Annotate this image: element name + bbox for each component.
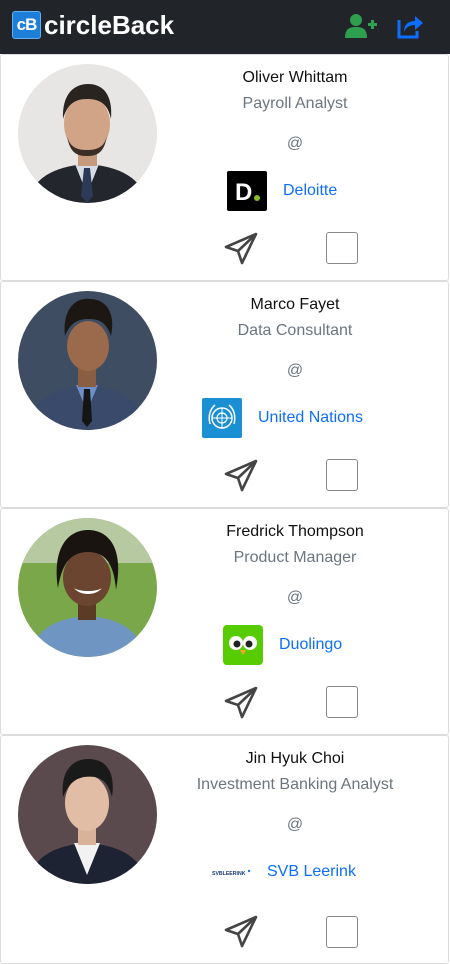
send-icon [224,686,258,719]
contact-card: Oliver Whittam Payroll Analyst @ D Deloi… [0,54,449,281]
company-link[interactable]: Duolingo [279,636,342,654]
company-link[interactable]: SVB Leerink [267,863,356,881]
contact-title: Data Consultant [237,322,353,339]
company-row: D Deloitte [227,171,337,211]
avatar [18,518,157,657]
select-checkbox[interactable] [326,459,358,491]
at-symbol: @ [286,816,304,833]
contact-title: Product Manager [233,549,357,566]
company-row: Duolingo [223,625,342,665]
send-message-button[interactable] [223,685,259,721]
app-logo[interactable]: cB [12,11,41,39]
un-emblem-icon [202,398,242,438]
send-icon [224,915,258,948]
at-symbol: @ [286,589,304,606]
contact-name: Marco Fayet [250,296,340,313]
user-plus-icon [345,14,377,38]
contact-name: Jin Hyuk Choi [245,750,345,767]
company-link[interactable]: United Nations [258,409,363,427]
app-brand-name[interactable]: circleBack [44,8,174,42]
svb-leerink-logo: SVBLEERINK [211,852,251,892]
select-checkbox[interactable] [326,916,358,948]
contact-title: Payroll Analyst [242,95,348,112]
at-symbol: @ [286,135,304,152]
at-symbol: @ [286,362,304,379]
avatar [18,64,157,203]
contact-card: Fredrick Thompson Product Manager @ Duol… [0,508,449,735]
company-link[interactable]: Deloitte [283,182,337,200]
contact-name: Oliver Whittam [242,69,348,86]
avatar [18,745,157,884]
share-icon [397,16,423,39]
owl-icon [223,625,263,665]
send-message-button[interactable] [223,458,259,494]
svg-text:D: D [235,179,252,206]
svg-text:SVBLEERINK: SVBLEERINK [212,871,246,877]
share-button[interactable] [396,12,428,40]
top-navbar: cB circleBack [0,0,450,54]
send-message-button[interactable] [223,231,259,267]
add-contact-button[interactable] [345,12,377,40]
company-row: United Nations [202,398,363,438]
contact-title: Investment Banking Analyst [196,776,394,793]
send-icon [224,459,258,492]
contact-card: Marco Fayet Data Consultant @ United Nat… [0,281,449,508]
send-icon [224,232,258,265]
select-checkbox[interactable] [326,232,358,264]
deloitte-logo: D [227,171,267,211]
contact-card: Jin Hyuk Choi Investment Banking Analyst… [0,735,449,964]
select-checkbox[interactable] [326,686,358,718]
send-message-button[interactable] [223,914,259,950]
contact-name: Fredrick Thompson [226,523,364,540]
avatar [18,291,157,430]
company-row: SVBLEERINK SVB Leerink [211,852,356,892]
